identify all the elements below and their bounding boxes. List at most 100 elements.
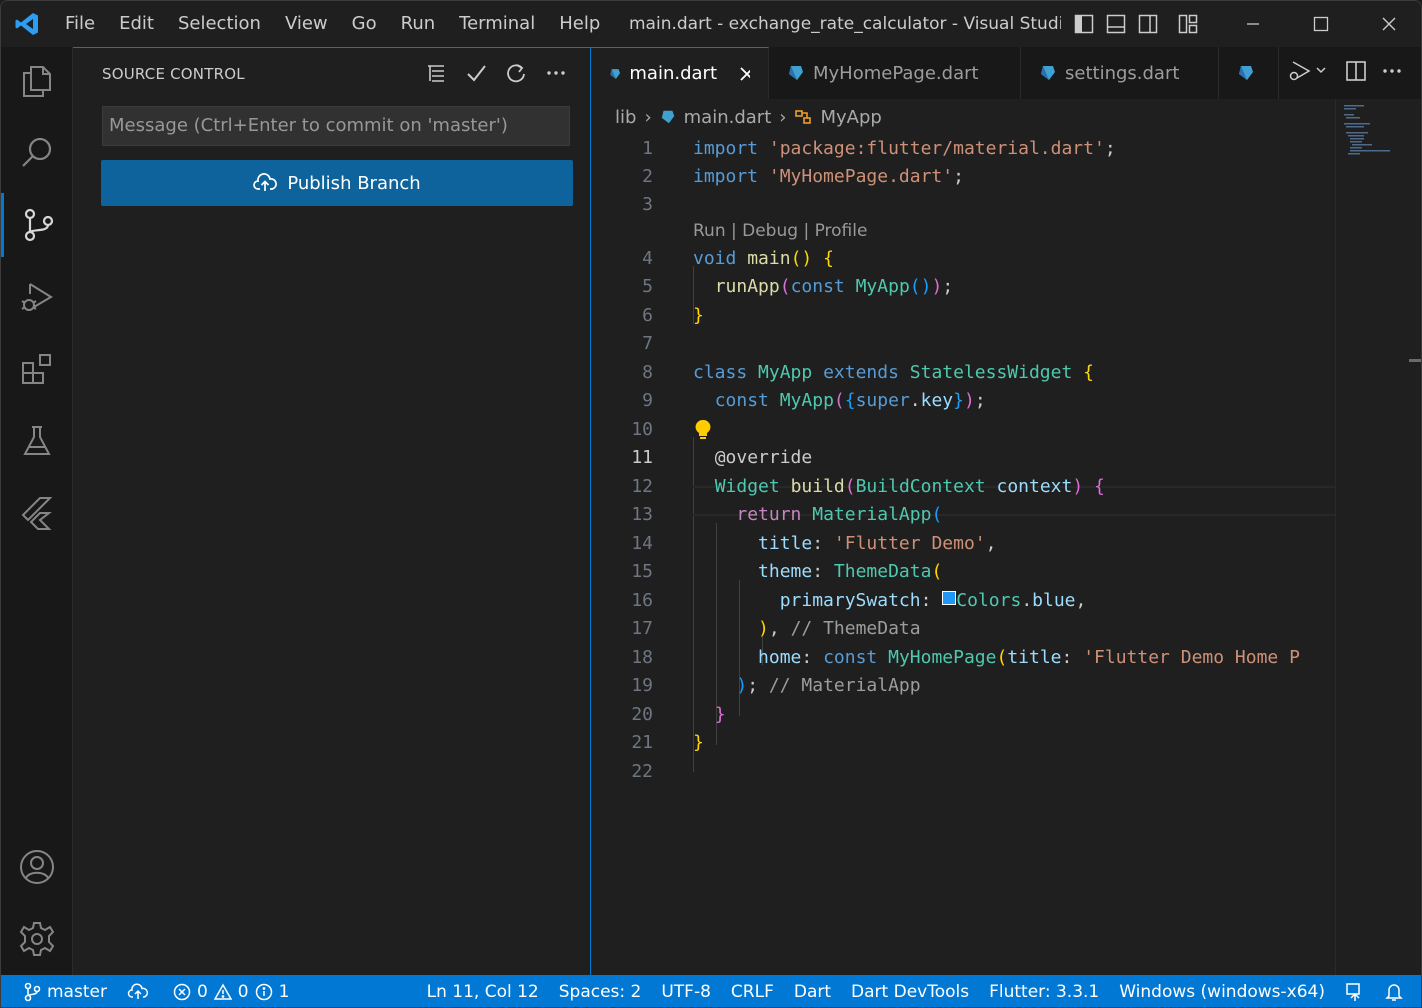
code-text: primarySwatch: Colors.blue, — [779, 590, 1087, 611]
menu-terminal[interactable]: Terminal — [447, 1, 547, 47]
toggle-secondary-sidebar-icon[interactable] — [1135, 11, 1161, 37]
publish-branch-button[interactable]: Publish Branch — [101, 160, 573, 206]
code-line: 1 import 'package:flutter/material.dart'; — [591, 135, 1335, 163]
notifications-bell-icon[interactable] — [1375, 975, 1421, 1007]
manage-gear-icon[interactable] — [1, 907, 73, 971]
eol-status[interactable]: CRLF — [721, 975, 784, 1007]
code-text: Widget build(BuildContext context) { — [714, 476, 1105, 497]
code-line: 15 theme: ThemeData( — [591, 558, 1335, 586]
dart-file-icon — [789, 66, 803, 80]
source-control-panel: SOURCE CONTROL Message (Ctrl+Enter to co… — [73, 47, 591, 975]
tab-main-dart[interactable]: main.dart — [591, 47, 769, 99]
code-line: 10 — [591, 416, 1335, 444]
line-number: 11 — [631, 447, 653, 468]
toggle-panel-icon[interactable] — [1103, 11, 1129, 37]
code-line: 6} — [591, 302, 1335, 330]
cursor-position[interactable]: Ln 11, Col 12 — [417, 975, 549, 1007]
menu-view[interactable]: View — [273, 1, 340, 47]
menu-edit[interactable]: Edit — [107, 1, 166, 47]
cloud-upload-icon — [253, 173, 278, 191]
dart-devtools[interactable]: Dart DevTools — [841, 975, 979, 1007]
menu-run[interactable]: Run — [389, 1, 448, 47]
class-symbol-icon — [795, 110, 812, 124]
dart-file-icon — [1041, 66, 1055, 80]
publish-status[interactable] — [117, 975, 159, 1007]
source-control-icon[interactable] — [1, 193, 73, 257]
more-actions-icon[interactable] — [544, 60, 568, 86]
accounts-icon[interactable] — [1, 835, 73, 899]
menu-help[interactable]: Help — [547, 1, 612, 47]
chevron-right-icon: › — [644, 106, 652, 128]
flutter-icon[interactable] — [1, 481, 73, 545]
minimize-icon[interactable] — [1219, 1, 1287, 47]
menu-file[interactable]: File — [53, 1, 107, 47]
line-number: 1 — [642, 138, 653, 159]
extensions-icon[interactable] — [1, 337, 73, 401]
view-as-tree-icon[interactable] — [424, 60, 448, 86]
codelens: Run | Debug | Profile — [591, 217, 1335, 245]
flutter-version[interactable]: Flutter: 3.3.1 — [979, 975, 1109, 1007]
info-icon — [255, 983, 272, 1001]
editor-area: main.dart MyHomePage.dart settings.dart … — [591, 47, 1421, 975]
menu-go[interactable]: Go — [340, 1, 389, 47]
color-swatch-icon[interactable] — [942, 591, 957, 605]
warning-icon — [213, 983, 232, 1000]
code-text: const MyApp({super.key}); — [714, 390, 986, 411]
commit-message-input[interactable]: Message (Ctrl+Enter to commit on 'master… — [102, 106, 570, 146]
refresh-icon[interactable] — [504, 60, 528, 86]
line-number: 18 — [631, 647, 653, 668]
publish-branch-label: Publish Branch — [287, 172, 421, 194]
problems-status[interactable]: 0 0 1 — [159, 975, 299, 1007]
commit-check-icon[interactable] — [464, 60, 488, 86]
language-mode[interactable]: Dart — [784, 975, 841, 1007]
window-title: main.dart - exchange_rate_calculator - V… — [629, 14, 1061, 34]
git-branch-icon — [24, 982, 41, 1002]
customize-layout-icon[interactable] — [1175, 11, 1201, 37]
cloud-upload-icon — [127, 983, 149, 999]
code-text: ), // ThemeData — [758, 618, 921, 639]
code-editor[interactable]: 1 import 'package:flutter/material.dart';… — [591, 135, 1335, 975]
line-number: 8 — [642, 362, 653, 383]
code-line: 5 runApp(const MyApp()); — [591, 273, 1335, 301]
line-number: 22 — [631, 761, 653, 782]
encoding-status[interactable]: UTF-8 — [651, 975, 721, 1007]
tab-myhomepage-dart[interactable]: MyHomePage.dart — [769, 47, 1021, 99]
split-editor-icon[interactable] — [1345, 60, 1367, 86]
indentation-status[interactable]: Spaces: 2 — [549, 975, 652, 1007]
device-selector[interactable]: Windows (windows-x64) — [1109, 975, 1335, 1007]
editor-more-icon[interactable] — [1381, 60, 1403, 86]
vscode-logo-icon — [1, 1, 53, 47]
vertical-scrollbar[interactable] — [1409, 99, 1421, 975]
branch-status[interactable]: master — [1, 975, 117, 1007]
line-number: 19 — [631, 675, 653, 696]
line-number: 9 — [642, 390, 653, 411]
menu-selection[interactable]: Selection — [166, 1, 273, 47]
close-tab-icon[interactable] — [739, 66, 750, 82]
vscode-window: File Edit Selection View Go Run Terminal… — [0, 0, 1422, 1008]
line-number: 4 — [642, 248, 653, 269]
editor-tabs: main.dart MyHomePage.dart settings.dart — [591, 47, 1421, 99]
line-number: 2 — [642, 166, 653, 187]
explorer-icon[interactable] — [1, 49, 73, 113]
toggle-primary-sidebar-icon[interactable] — [1071, 11, 1097, 37]
maximize-icon[interactable] — [1287, 1, 1355, 47]
live-share-icon[interactable] — [1335, 975, 1375, 1007]
warning-count: 0 — [237, 982, 249, 1002]
testing-icon[interactable] — [1, 409, 73, 473]
line-number: 21 — [631, 732, 653, 753]
search-icon[interactable] — [1, 121, 73, 185]
breadcrumb-symbol[interactable]: MyApp — [820, 107, 881, 128]
close-window-icon[interactable] — [1355, 1, 1421, 47]
code-line: 18 home: const MyHomePage(title: 'Flutte… — [591, 644, 1335, 672]
breadcrumb-file[interactable]: main.dart — [684, 107, 772, 128]
run-debug-dropdown-icon[interactable] — [1287, 59, 1331, 87]
code-line: 22 — [591, 758, 1335, 786]
codelens-run-debug-profile[interactable]: Run | Debug | Profile — [693, 217, 867, 245]
code-text: class MyApp extends StatelessWidget { — [693, 362, 1095, 383]
tab-overflow[interactable] — [1219, 47, 1279, 99]
run-debug-icon[interactable] — [1, 265, 73, 329]
breadcrumb-folder[interactable]: lib — [615, 107, 636, 128]
code-line: 16 primarySwatch: Colors.blue, — [591, 587, 1335, 615]
tab-settings-dart[interactable]: settings.dart — [1021, 47, 1219, 99]
code-text: ); // MaterialApp — [736, 675, 921, 696]
